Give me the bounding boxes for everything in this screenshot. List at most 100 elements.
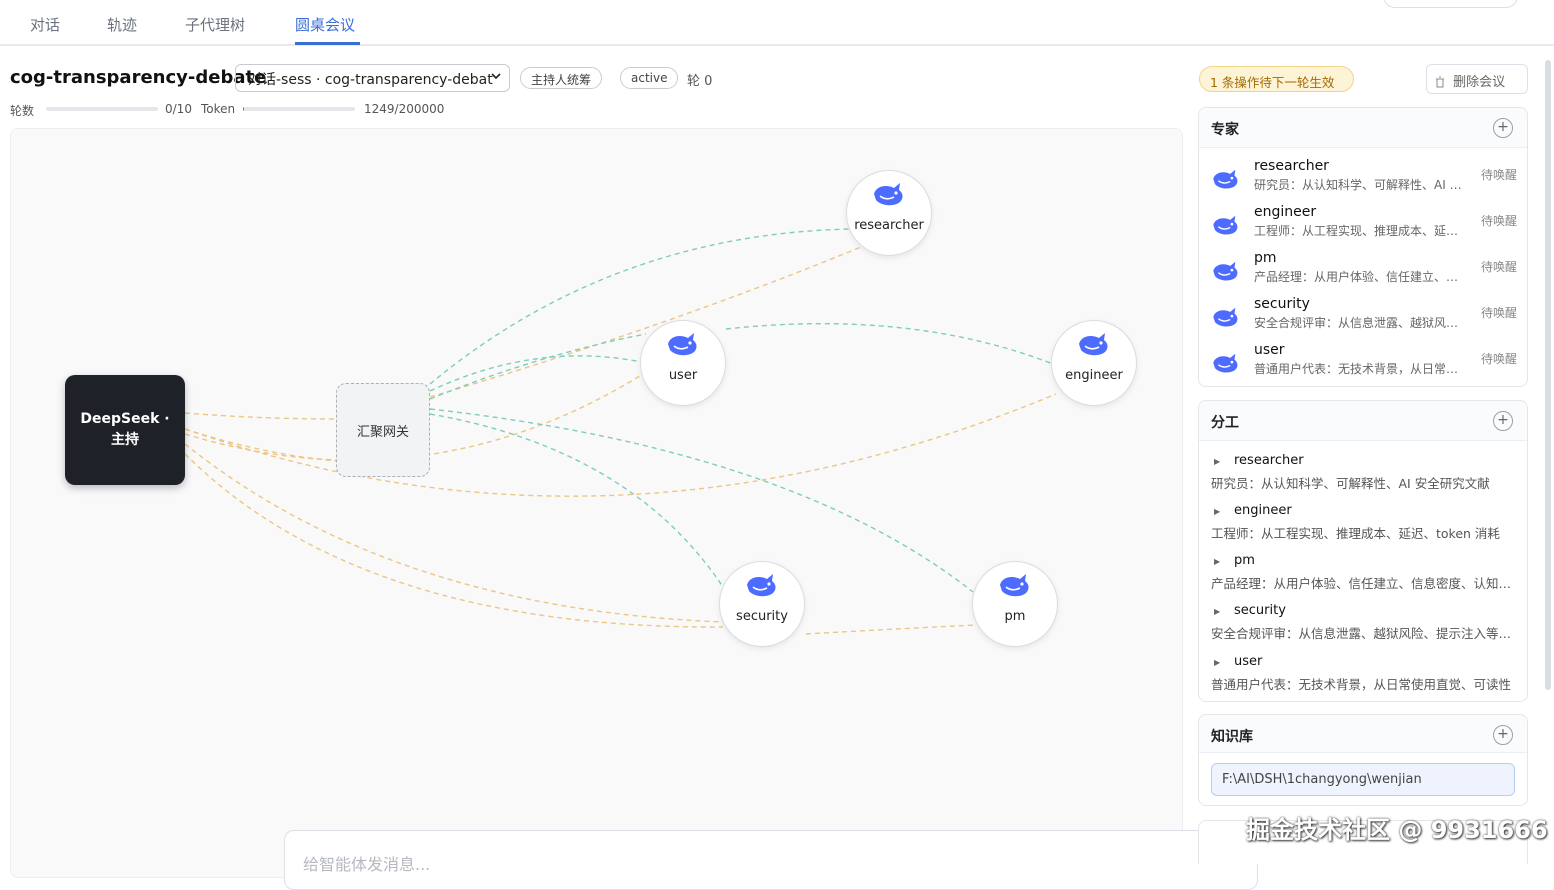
expert-status: 待唤醒 xyxy=(1480,260,1517,274)
gateway-node[interactable]: 汇聚网关 xyxy=(336,383,430,477)
expert-status: 待唤醒 xyxy=(1480,168,1517,182)
edge-host-gateway xyxy=(184,412,337,420)
graph-edges xyxy=(184,228,1057,635)
whale-icon xyxy=(668,333,697,356)
task-row-researcher[interactable]: ▶ researcher 研究员：从认知科学、可解释性、AI 安全研究文献 xyxy=(1199,453,1529,503)
expert-row-researcher[interactable]: researcher 研究员：从认知科学、可解释性、AI 安全研究文献 待唤醒 xyxy=(1199,154,1529,200)
add-expert-button[interactable]: + xyxy=(1493,118,1513,138)
expert-status: 待唤醒 xyxy=(1480,352,1517,366)
expert-status: 待唤醒 xyxy=(1480,306,1517,320)
task-row-pm[interactable]: ▶ pm 产品经理：从用户体验、信任建立、信息密度、认知负担 xyxy=(1199,553,1529,603)
top-right-control[interactable] xyxy=(1383,0,1518,8)
task-name: pm xyxy=(1234,553,1255,568)
expert-row-engineer[interactable]: engineer 工程师：从工程实现、推理成本、延迟、token 消耗 待唤醒 xyxy=(1199,200,1529,246)
meeting-title: cog-transparency-debate xyxy=(10,67,267,88)
tab-subagent-tree[interactable]: 子代理树 xyxy=(185,14,245,35)
task-desc: 普通用户代表：无技术背景，从日常使用直觉、可读性 xyxy=(1211,677,1512,692)
agent-label: security xyxy=(736,609,788,624)
rounds-value: 0/10 xyxy=(165,102,192,116)
edge-gateway-security xyxy=(429,413,724,588)
trash-icon xyxy=(1436,76,1444,88)
expert-name: pm xyxy=(1254,250,1277,266)
expand-triangle-icon[interactable]: ▶ xyxy=(1214,607,1220,616)
task-name: engineer xyxy=(1234,503,1292,518)
token-progress-fill xyxy=(243,107,244,111)
expand-triangle-icon[interactable]: ▶ xyxy=(1214,557,1220,566)
tab-chat[interactable]: 对话 xyxy=(30,14,60,35)
tab-bar: 对话 轨迹 子代理树 圆桌会议 xyxy=(0,0,1554,46)
session-select-value: 对话-sess · cog-transparency-debat xyxy=(248,72,493,88)
status-badge: active xyxy=(620,67,679,89)
expert-row-user[interactable]: user 普通用户代表：无技术背景，从日常使用直觉 待唤醒 xyxy=(1199,338,1529,384)
tab-roundtable[interactable]: 圆桌会议 xyxy=(295,14,355,35)
expert-status: 待唤醒 xyxy=(1480,214,1517,228)
edge-host-security-2 xyxy=(184,453,724,628)
agent-label: researcher xyxy=(854,218,924,233)
experts-panel-title: 专家 xyxy=(1211,122,1239,138)
task-desc: 安全合规评审：从信息泄露、越狱风险、提示注入等角度 xyxy=(1211,626,1517,641)
expert-row-security[interactable]: security 安全合规评审：从信息泄露、越狱风险、提示注入 待唤醒 xyxy=(1199,292,1529,338)
rounds-label: 轮数 xyxy=(10,104,35,118)
expert-desc: 研究员：从认知科学、可解释性、AI 安全研究文献 xyxy=(1254,178,1466,192)
token-label: Token xyxy=(201,102,236,116)
token-progress-bar xyxy=(243,107,355,111)
whale-icon xyxy=(1079,333,1108,356)
expert-desc: 工程师：从工程实现、推理成本、延迟、token 消耗 xyxy=(1254,224,1466,238)
whale-icon xyxy=(1213,215,1238,235)
host-node[interactable]: DeepSeek · 主持 xyxy=(65,375,185,485)
tasks-panel: 分工 + ▶ researcher 研究员：从认知科学、可解释性、AI 安全研究… xyxy=(1198,400,1528,702)
rounds-progress-bar xyxy=(46,107,158,111)
agent-node-user[interactable]: user xyxy=(640,320,726,406)
agent-node-researcher[interactable]: researcher xyxy=(846,170,932,256)
tab-trajectory[interactable]: 轨迹 xyxy=(107,14,137,35)
expert-name: researcher xyxy=(1254,158,1329,174)
delete-meeting-button[interactable]: 删除会议 xyxy=(1426,64,1528,94)
task-row-security[interactable]: ▶ security 安全合规评审：从信息泄露、越狱风险、提示注入等角度 xyxy=(1199,603,1529,653)
meeting-graph-canvas[interactable]: DeepSeek · 主持 汇聚网关 researcher user engin… xyxy=(10,128,1183,878)
expand-triangle-icon[interactable]: ▶ xyxy=(1214,457,1220,466)
edge-user-engineer xyxy=(725,322,1054,365)
edge-host-security xyxy=(184,443,724,623)
task-name: security xyxy=(1234,603,1286,618)
task-name: researcher xyxy=(1234,453,1304,468)
experts-panel-header: 专家 + xyxy=(1199,108,1527,148)
watermark: 掘金技术社区 @ 9931666 xyxy=(1246,816,1548,844)
expert-row-pm[interactable]: pm 产品经理：从用户体验、信任建立、信息密度 待唤醒 xyxy=(1199,246,1529,292)
session-select[interactable]: 对话-sess · cog-transparency-debat xyxy=(235,64,510,92)
expert-desc: 产品经理：从用户体验、信任建立、信息密度 xyxy=(1254,270,1466,284)
agent-node-security[interactable]: security xyxy=(719,561,805,647)
pending-notice: 1 条操作待下一轮生效 xyxy=(1199,66,1354,92)
expert-desc: 普通用户代表：无技术背景，从日常使用直觉 xyxy=(1254,362,1466,376)
mode-badge: 主持人统筹 xyxy=(520,67,603,89)
chevron-down-icon xyxy=(491,73,501,80)
delete-meeting-label: 删除会议 xyxy=(1453,75,1506,90)
tasks-panel-header: 分工 + xyxy=(1199,401,1527,441)
whale-icon xyxy=(747,574,776,597)
expert-name: security xyxy=(1254,296,1310,312)
active-tab-indicator xyxy=(295,42,360,45)
knowledge-base-panel: 知识库 + F:\AI\DSH\1changyong\wenjian xyxy=(1198,714,1528,806)
add-knowledge-button[interactable]: + xyxy=(1493,725,1513,745)
token-value: 1249/200000 xyxy=(364,102,445,116)
task-row-user[interactable]: ▶ user 普通用户代表：无技术背景，从日常使用直觉、可读性 xyxy=(1199,654,1529,704)
knowledge-base-title: 知识库 xyxy=(1211,729,1253,745)
task-name: user xyxy=(1234,654,1263,669)
tasks-panel-title: 分工 xyxy=(1211,415,1239,431)
task-desc: 产品经理：从用户体验、信任建立、信息密度、认知负担 xyxy=(1211,576,1517,591)
knowledge-base-path[interactable]: F:\AI\DSH\1changyong\wenjian xyxy=(1211,763,1515,796)
agent-label: user xyxy=(668,368,698,383)
message-input[interactable]: 给智能体发消息... xyxy=(284,830,1258,890)
edge-security-pm xyxy=(805,624,977,635)
edge-host-engineer xyxy=(184,393,1057,497)
agent-node-engineer[interactable]: engineer xyxy=(1051,320,1137,406)
agent-node-pm[interactable]: pm xyxy=(972,561,1058,647)
whale-icon xyxy=(1000,574,1029,597)
expert-desc: 安全合规评审：从信息泄露、越狱风险、提示注入 xyxy=(1254,316,1466,330)
task-row-engineer[interactable]: ▶ engineer 工程师：从工程实现、推理成本、延迟、token 消耗 xyxy=(1199,503,1529,553)
expand-triangle-icon[interactable]: ▶ xyxy=(1214,658,1220,667)
whale-icon xyxy=(1213,353,1238,373)
add-task-button[interactable]: + xyxy=(1493,411,1513,431)
task-desc: 工程师：从工程实现、推理成本、延迟、token 消耗 xyxy=(1211,526,1500,541)
page-scrollbar[interactable] xyxy=(1545,60,1551,690)
expand-triangle-icon[interactable]: ▶ xyxy=(1214,507,1220,516)
